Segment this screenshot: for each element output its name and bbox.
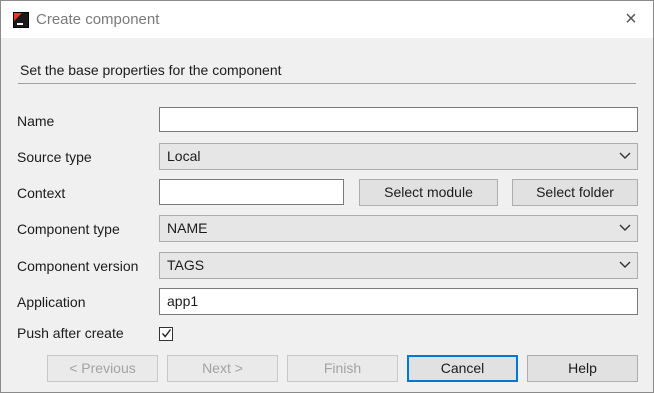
- push-after-create-checkbox[interactable]: [159, 327, 173, 341]
- close-button[interactable]: ×: [623, 9, 639, 29]
- component-version-label: Component version: [17, 258, 139, 274]
- application-input[interactable]: app1: [159, 288, 638, 315]
- source-type-select[interactable]: Local: [159, 143, 638, 170]
- window-title: Create component: [36, 11, 160, 28]
- component-type-label: Component type: [17, 221, 120, 237]
- name-input[interactable]: [159, 107, 638, 132]
- finish-button[interactable]: Finish: [287, 355, 398, 382]
- cancel-button[interactable]: Cancel: [407, 355, 518, 382]
- select-folder-button[interactable]: Select folder: [512, 179, 638, 206]
- previous-button[interactable]: < Previous: [47, 355, 158, 382]
- dialog-subtitle: Set the base properties for the componen…: [20, 62, 282, 78]
- header-separator: [18, 83, 636, 84]
- next-button[interactable]: Next >: [167, 355, 278, 382]
- component-type-select[interactable]: NAME: [159, 215, 638, 242]
- application-label: Application: [17, 294, 86, 310]
- checkmark-icon: [161, 329, 172, 338]
- source-type-value: Local: [167, 148, 201, 164]
- chevron-down-icon: [619, 261, 631, 268]
- component-version-value: TAGS: [167, 257, 205, 273]
- chevron-down-icon: [619, 152, 631, 159]
- help-button[interactable]: Help: [527, 355, 638, 382]
- create-component-dialog: Create component × Set the base properti…: [0, 0, 654, 393]
- title-bar: Create component ×: [1, 1, 653, 38]
- context-label: Context: [17, 185, 66, 201]
- source-type-label: Source type: [17, 149, 92, 165]
- select-module-button[interactable]: Select module: [359, 179, 498, 206]
- component-type-value: NAME: [167, 220, 208, 236]
- push-after-create-label: Push after create: [17, 325, 124, 341]
- chevron-down-icon: [619, 224, 631, 231]
- app-icon: [13, 12, 29, 28]
- name-label: Name: [17, 113, 55, 129]
- context-input[interactable]: [159, 179, 344, 205]
- component-version-select[interactable]: TAGS: [159, 252, 638, 279]
